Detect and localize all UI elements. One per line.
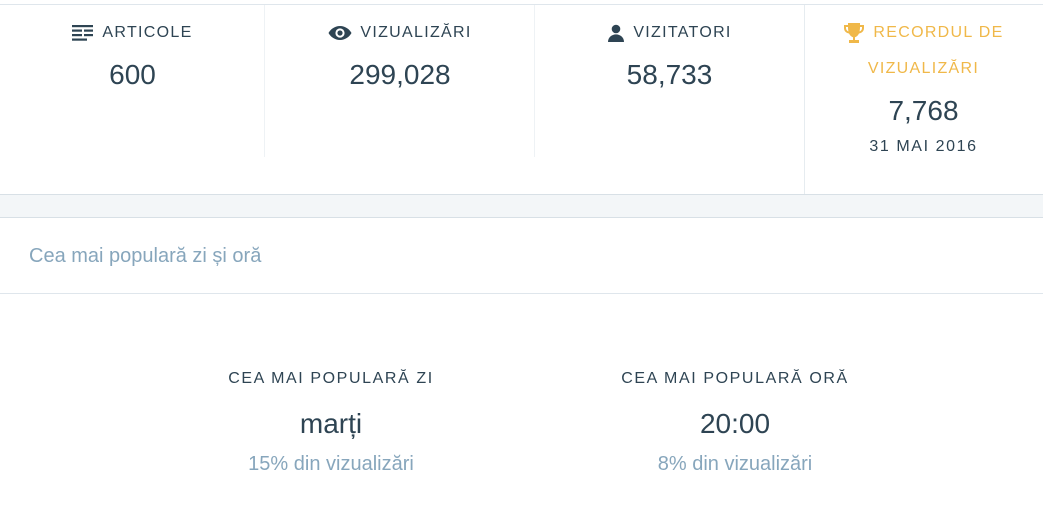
stat-record-label: RECORDUL DE VIZUALIZĂRI bbox=[804, 15, 1043, 87]
divider bbox=[0, 293, 1043, 294]
stat-articles-value: 600 bbox=[109, 59, 156, 90]
stat-label-text: VIZUALIZĂRI bbox=[360, 24, 472, 41]
record-label-line2: VIZUALIZĂRI bbox=[867, 60, 980, 77]
eye-icon bbox=[328, 26, 352, 40]
stat-articles-label: ARTICOLE bbox=[0, 24, 265, 42]
stat-label-text: ARTICOLE bbox=[102, 24, 193, 41]
stat-record-date: 31 MAI 2016 bbox=[869, 138, 978, 155]
section-title: Cea mai populară zi și oră bbox=[29, 245, 262, 267]
stat-views[interactable]: VIZUALIZĂRI 299,028 bbox=[265, 5, 535, 194]
popular-hour-label: CEA MAI POPULARĂ ORĂ bbox=[621, 370, 849, 387]
popular-hour-percent: 8% din vizualizări bbox=[657, 453, 813, 475]
person-icon bbox=[608, 24, 625, 42]
trophy-icon bbox=[844, 23, 865, 43]
stat-views-value: 299,028 bbox=[349, 59, 451, 90]
stat-visitors-label: VIZITATORI bbox=[535, 24, 804, 42]
divider bbox=[0, 217, 1043, 218]
popular-day-value: marți bbox=[299, 408, 363, 439]
stat-visitors-value: 58,733 bbox=[626, 59, 713, 90]
stat-articles[interactable]: ARTICOLE 600 bbox=[0, 5, 265, 194]
stat-views-label: VIZUALIZĂRI bbox=[265, 24, 535, 42]
stat-views-record[interactable]: RECORDUL DE VIZUALIZĂRI 7,768 31 MAI 201… bbox=[804, 5, 1043, 194]
stat-visitors[interactable]: VIZITATORI 58,733 bbox=[535, 5, 804, 194]
record-label-line1: RECORDUL DE bbox=[873, 24, 1004, 41]
popular-hour-value: 20:00 bbox=[699, 408, 771, 439]
section-gap bbox=[0, 195, 1043, 217]
popular-day-label: CEA MAI POPULARĂ ZI bbox=[228, 370, 434, 387]
popular-day: CEA MAI POPULARĂ ZI marți 15% din vizual… bbox=[181, 370, 481, 476]
stat-label-text: VIZITATORI bbox=[633, 24, 732, 41]
posts-icon bbox=[72, 25, 94, 41]
stats-summary: ARTICOLE 600 VIZUALIZĂRI 299,028 VIZITAT… bbox=[0, 5, 1043, 194]
divider bbox=[804, 5, 805, 194]
popular-day-percent: 15% din vizualizări bbox=[248, 453, 414, 475]
stat-record-value: 7,768 bbox=[888, 95, 959, 126]
popular-hour: CEA MAI POPULARĂ ORĂ 20:00 8% din vizual… bbox=[585, 370, 885, 476]
